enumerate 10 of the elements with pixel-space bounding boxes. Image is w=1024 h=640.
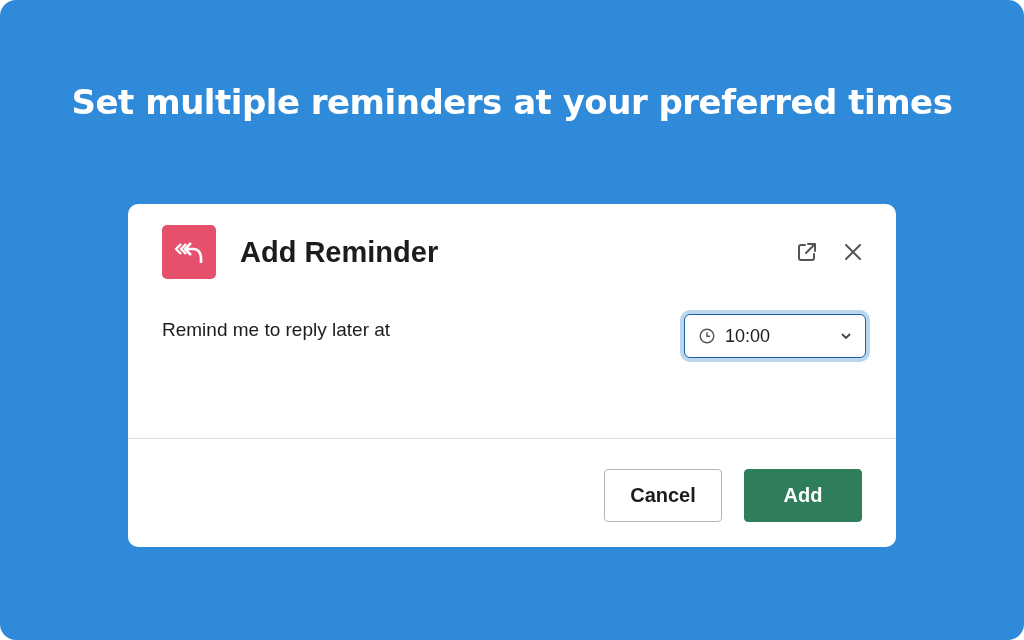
external-link-icon[interactable] [796, 241, 818, 263]
time-value: 10:00 [725, 325, 772, 347]
clock-icon [699, 328, 715, 344]
dialog-title: Add Reminder [240, 235, 440, 269]
reminder-label: Remind me to reply later at [162, 319, 391, 341]
headline: Set multiple reminders at your preferred times [71, 82, 953, 122]
close-icon[interactable] [844, 243, 862, 261]
add-button[interactable]: Add [744, 469, 862, 522]
cancel-button[interactable]: Cancel [604, 469, 722, 522]
chevron-down-icon [841, 333, 851, 339]
